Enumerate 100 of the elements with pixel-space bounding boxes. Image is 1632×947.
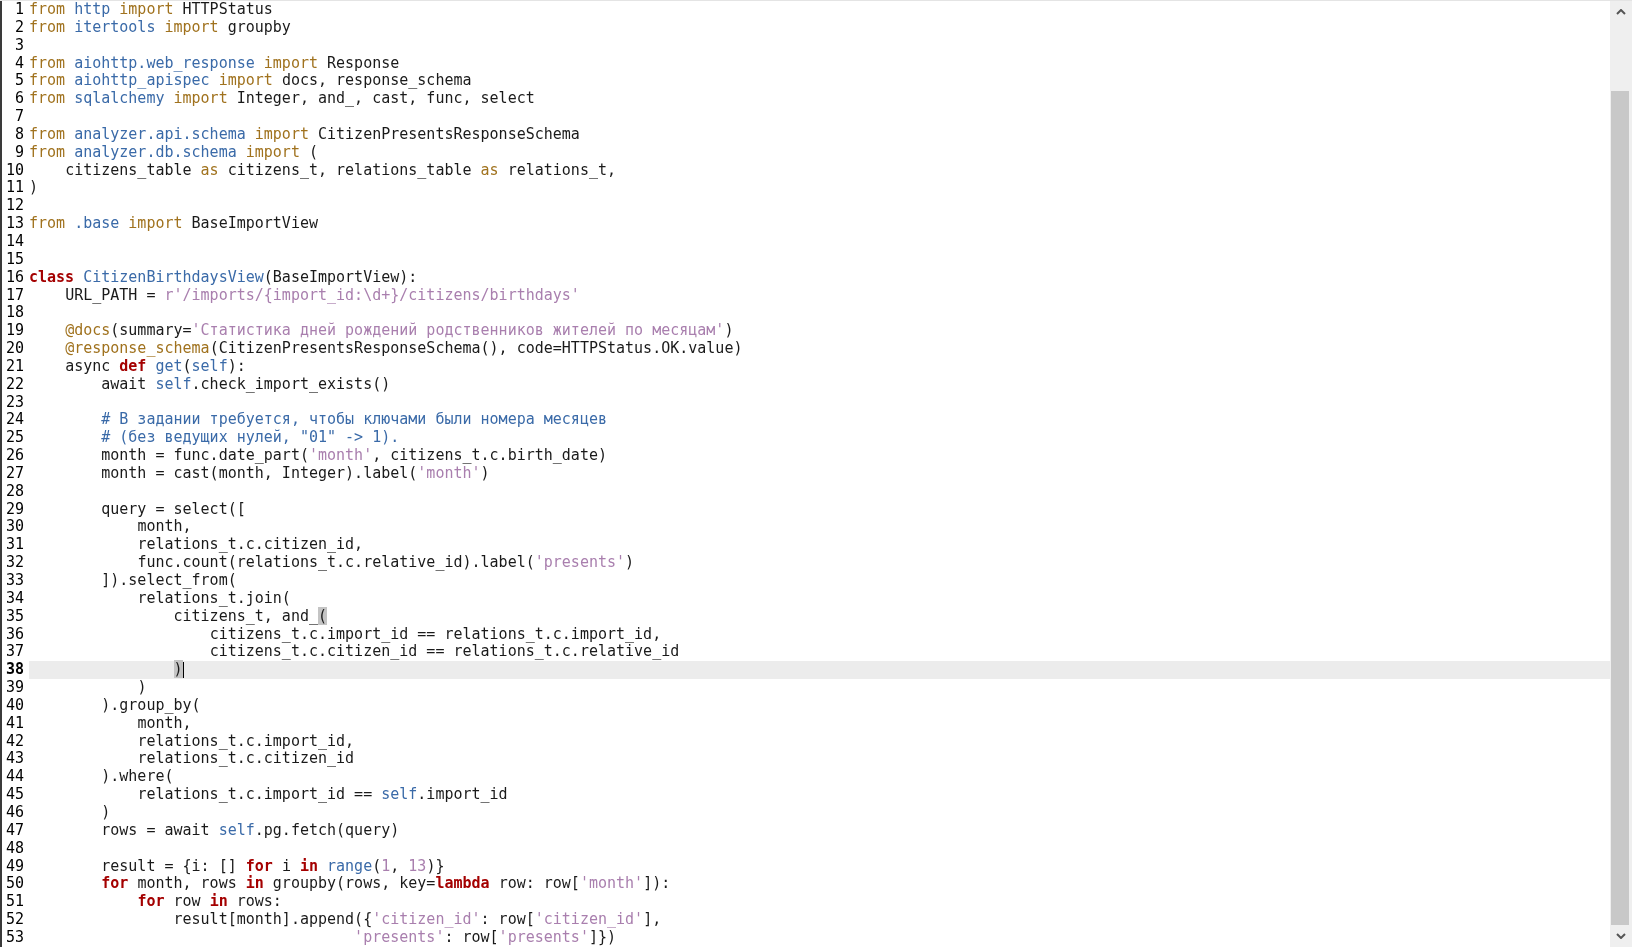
code-line: @response_schema(CitizenPresentsResponseSchema(), code=HTTPStatus.OK.value): [64, 340, 743, 358]
line-number: 43: [4, 750, 24, 769]
line-number: 42: [4, 732, 24, 751]
code-line: citizens_t, and_(: [173, 607, 328, 626]
line-number: 41: [4, 714, 24, 733]
code-line: month = func.date_part('month', citizens_t.c.birth_date): [100, 447, 607, 465]
line-number: 7: [13, 108, 24, 126]
line-number: 15: [4, 250, 24, 269]
line-number: 11: [4, 179, 24, 198]
line-number: 53: [4, 928, 24, 947]
line-number: 24: [4, 411, 24, 430]
line-number: 12: [4, 197, 24, 216]
code-line: from aiohttp_apispec import docs, response_schema: [29, 72, 472, 91]
line-number: 17: [4, 286, 24, 305]
line-number: 49: [4, 857, 24, 876]
code-line: func.count(relations_t.c.relative_id).label('presents'): [136, 554, 635, 572]
line-number: 39: [4, 679, 24, 697]
code-line: ]).select_from(: [100, 572, 237, 590]
line-number: 22: [4, 375, 24, 394]
line-number: 25: [4, 429, 24, 448]
vertical-scrollbar[interactable]: [1610, 1, 1632, 947]
line-number: 47: [4, 821, 24, 840]
code-line: rows = await self.pg.fetch(query): [100, 821, 400, 840]
code-line: relations_t.c.import_id == self.import_id: [136, 786, 508, 804]
code-line: from aiohttp.web_response import Response: [29, 54, 400, 73]
code-line: # (без ведущих нулей, "01" -> 1).: [100, 429, 400, 448]
code-line: result[month].append({'citizen_id': row['citizen_id'],: [172, 911, 662, 929]
line-number: 27: [4, 464, 24, 483]
line-number: 20: [4, 340, 24, 358]
line-number: 28: [4, 482, 24, 501]
line-number: 35: [4, 607, 24, 626]
line-number: 6: [13, 90, 24, 109]
code-line: month,: [137, 714, 192, 733]
line-number: 8: [13, 125, 24, 144]
line-number: 51: [4, 893, 24, 912]
code-line: citizens_t.c.import_id == relations_t.c.import_id,: [209, 625, 662, 644]
line-number: 9: [13, 143, 24, 162]
code-line: for month, rows in groupby(rows, key=lambda row: row['month']):: [100, 875, 671, 893]
code-line: from sqlalchemy import Integer, and_, cast, func, select: [29, 90, 535, 109]
code-line: month = cast(month, Integer).label('month'): [100, 464, 490, 483]
line-number: 40: [4, 696, 24, 715]
code-line: relations_t.c.citizen_id: [136, 750, 355, 769]
code-line: ): [100, 803, 111, 822]
code-line: class CitizenBirthdaysView(BaseImportView):: [29, 268, 418, 287]
code-line: # В задании требуется, чтобы ключами были номера месяцев: [100, 411, 607, 429]
text-cursor: [182, 662, 184, 679]
line-number: 34: [4, 589, 24, 608]
code-line: URL_PATH = r'/imports/{import_id:\d+}/citizens/birthdays': [64, 286, 580, 305]
line-number: 4: [13, 54, 24, 73]
line-number: 10: [4, 161, 24, 180]
line-number: 38: [4, 661, 24, 680]
line-number: 52: [4, 911, 24, 929]
code-line: await self.check_import_exists(): [100, 375, 391, 394]
line-number: 14: [4, 232, 24, 251]
line-number: 36: [4, 625, 24, 644]
line-number: 23: [4, 393, 24, 412]
line-number: 30: [4, 518, 24, 537]
code-line: 'presents': row['presents']}): [354, 928, 616, 947]
line-number: 29: [4, 500, 24, 519]
line-number: 16: [4, 268, 24, 287]
scroll-down-icon: [1616, 933, 1626, 939]
line-number: 32: [4, 554, 24, 572]
line-number: 3: [13, 36, 24, 55]
line-number: 48: [4, 839, 24, 858]
code-line: from analyzer.api.schema import CitizenPresentsResponseSchema: [29, 125, 580, 144]
code-line: relations_t.c.import_id,: [136, 732, 355, 751]
code-line: from itertools import groupby: [29, 18, 291, 37]
line-number: 5: [13, 72, 24, 91]
code-line: result = {i: [] for i in range(1, 13)}: [100, 857, 445, 875]
line-number: 44: [4, 768, 24, 787]
code-line: ): [29, 179, 39, 198]
code-line: from http import HTTPStatus: [29, 1, 273, 19]
line-number: 37: [4, 643, 24, 662]
line-number: 18: [4, 304, 24, 323]
code-line: ).where(: [100, 768, 174, 787]
code-line: citizens_t.c.citizen_id == relations_t.c.relative_id: [208, 643, 680, 662]
line-number: 13: [4, 215, 24, 233]
line-number: 1: [13, 1, 24, 19]
code-line: for row in rows:: [136, 893, 282, 912]
code-line: relations_t.join(: [137, 589, 291, 608]
line-number: 45: [4, 786, 24, 804]
line-number: 19: [4, 322, 24, 341]
code-line: ).group_by(: [100, 696, 201, 715]
code-line: @docs(summary='Статистика дней рождений родственников жителей по месяцам'): [64, 322, 734, 341]
scroll-up-icon: [1616, 9, 1626, 15]
scrollbar-thumb[interactable]: [1611, 91, 1629, 925]
code-line: relations_t.c.citizen_id,: [136, 536, 364, 555]
line-number: 50: [4, 875, 24, 894]
code-line: from analyzer.db.schema import (: [29, 143, 318, 162]
line-number: 26: [4, 447, 24, 465]
code-line: query = select([: [100, 500, 246, 519]
code-line: from .base import BaseImportView: [29, 215, 318, 233]
line-number: 21: [4, 357, 24, 376]
line-number: 46: [4, 803, 24, 822]
line-number: 31: [4, 536, 24, 555]
line-number: 2: [13, 18, 24, 37]
line-number: 33: [4, 572, 24, 590]
code-line: async def get(self):: [64, 357, 246, 376]
code-line: month,: [136, 518, 192, 537]
code-line: ): [136, 679, 147, 697]
